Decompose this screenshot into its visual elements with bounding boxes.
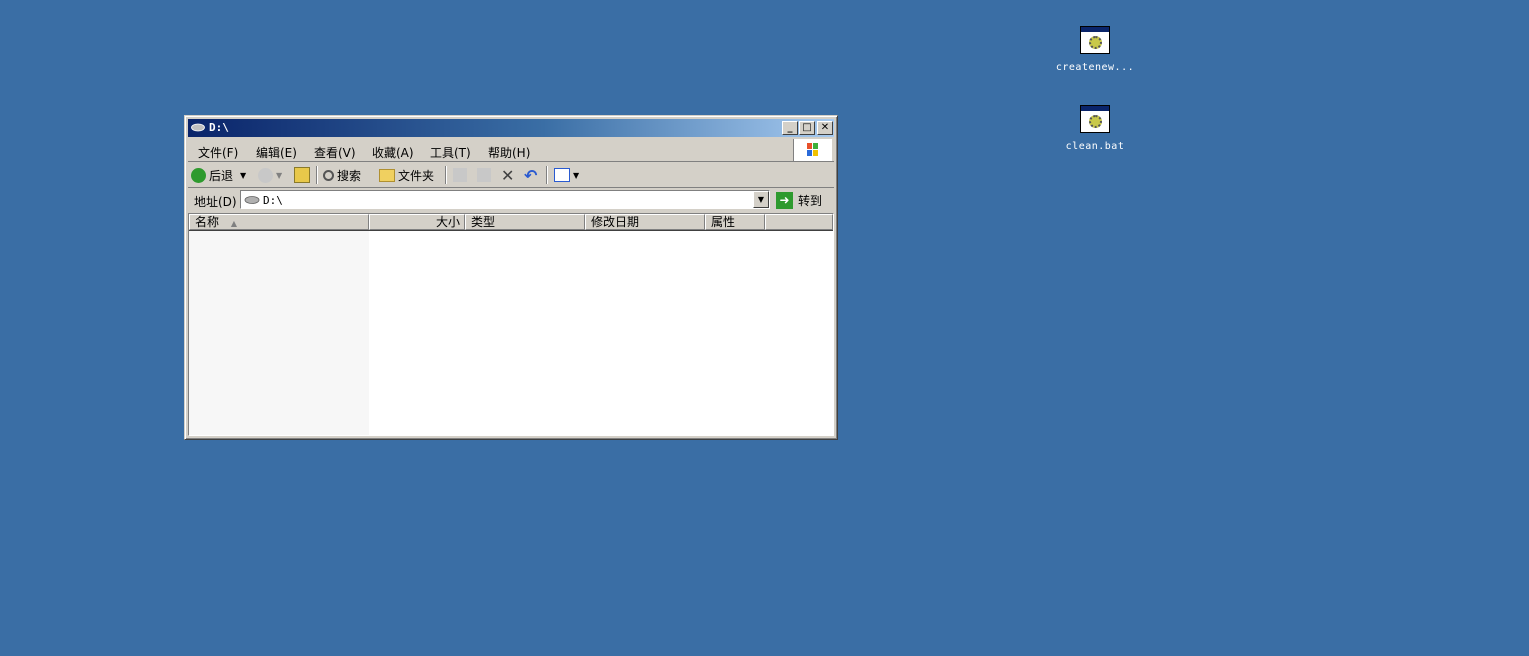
search-icon — [323, 169, 334, 181]
chevron-down-icon: ▼ — [757, 195, 765, 204]
toolbar-separator — [445, 166, 447, 184]
address-bar: 地址(D) D:\ ▼ ➜ 转到 — [188, 189, 834, 211]
move-to-icon — [453, 168, 467, 182]
folders-label: 文件夹 — [398, 168, 435, 183]
go-label: 转到 — [798, 193, 823, 208]
back-button[interactable]: 后退 ▼ — [191, 166, 246, 184]
batch-file-icon — [1080, 26, 1110, 54]
column-header-filler — [765, 214, 833, 230]
search-button[interactable]: 搜索 — [323, 166, 361, 184]
address-value: D:\ — [263, 194, 283, 207]
views-icon — [554, 168, 570, 182]
desktop-icon-createnew[interactable]: createnew... — [1050, 26, 1140, 73]
column-header-attributes[interactable]: 属性 — [705, 214, 765, 230]
folders-button[interactable]: 文件夹 — [379, 166, 434, 184]
minimize-button[interactable]: _ — [782, 121, 798, 135]
close-button[interactable]: ✕ — [817, 121, 833, 135]
desktop-icon-clean-bat[interactable]: clean.bat — [1050, 105, 1140, 152]
file-list[interactable]: 名称 ▲ 大小 类型 修改日期 属性 — [188, 213, 834, 436]
title-bar[interactable]: D:\ _ □ ✕ — [188, 119, 834, 137]
undo-icon: ↶ — [524, 165, 538, 185]
column-header-size[interactable]: 大小 — [369, 214, 465, 230]
up-folder-button[interactable] — [294, 166, 310, 184]
move-to-button[interactable] — [453, 166, 467, 184]
sort-ascending-icon: ▲ — [230, 219, 237, 228]
explorer-window: D:\ _ □ ✕ 文件(F) 编辑(E) 查看(V) 收藏(A) 工具(T) … — [184, 115, 838, 440]
toolbar: 后退 ▼ ▼ 搜索 文件夹 ✕ ↶ ▼ — [188, 163, 834, 188]
minimize-icon: _ — [787, 122, 793, 133]
drive-icon — [191, 123, 205, 132]
window-title: D:\ — [209, 121, 229, 134]
batch-file-icon — [1080, 105, 1110, 133]
copy-to-button[interactable] — [477, 166, 491, 184]
column-size-label: 大小 — [435, 215, 460, 229]
name-column-shading — [189, 231, 369, 435]
drive-icon — [244, 196, 260, 204]
windows-logo-icon — [793, 139, 832, 161]
delete-button[interactable]: ✕ — [501, 165, 515, 185]
up-folder-icon — [294, 167, 310, 183]
chevron-down-icon: ▼ — [276, 170, 283, 180]
menu-tools[interactable]: 工具(T) — [430, 144, 471, 161]
address-input[interactable]: D:\ ▼ — [240, 190, 770, 209]
menu-view[interactable]: 查看(V) — [314, 144, 356, 161]
maximize-icon: □ — [802, 122, 812, 133]
undo-button[interactable]: ↶ — [524, 165, 538, 185]
menu-bar: 文件(F) 编辑(E) 查看(V) 收藏(A) 工具(T) 帮助(H) — [188, 139, 834, 162]
column-header-type[interactable]: 类型 — [465, 214, 585, 230]
address-label: 地址(D) — [194, 195, 237, 209]
menu-favorites[interactable]: 收藏(A) — [372, 144, 414, 161]
menu-file[interactable]: 文件(F) — [198, 144, 238, 161]
back-label: 后退 — [209, 168, 234, 183]
chevron-down-icon: ▼ — [240, 170, 247, 180]
column-header-row: 名称 ▲ 大小 类型 修改日期 属性 — [189, 214, 833, 231]
toolbar-separator — [316, 166, 318, 184]
column-type-label: 类型 — [471, 215, 496, 229]
forward-button[interactable]: ▼ — [258, 166, 282, 184]
column-attributes-label: 属性 — [711, 215, 736, 229]
menu-edit[interactable]: 编辑(E) — [256, 144, 297, 161]
views-button[interactable]: ▼ — [554, 166, 579, 184]
desktop-icon-label: createnew... — [1055, 62, 1135, 73]
column-header-modified[interactable]: 修改日期 — [585, 214, 705, 230]
back-arrow-icon — [191, 167, 206, 183]
forward-arrow-icon — [258, 167, 273, 183]
close-icon: ✕ — [820, 122, 830, 133]
go-button[interactable]: ➜ 转到 — [776, 190, 822, 210]
maximize-button[interactable]: □ — [799, 121, 815, 135]
delete-icon: ✕ — [501, 165, 515, 185]
go-arrow-icon: ➜ — [776, 191, 793, 209]
column-name-label: 名称 — [195, 215, 220, 229]
toolbar-separator — [546, 166, 548, 184]
menu-help[interactable]: 帮助(H) — [488, 144, 530, 161]
copy-to-icon — [477, 168, 491, 182]
column-modified-label: 修改日期 — [591, 215, 640, 229]
folder-icon — [379, 168, 395, 182]
column-header-name[interactable]: 名称 ▲ — [189, 214, 369, 230]
search-label: 搜索 — [337, 168, 362, 183]
chevron-down-icon: ▼ — [573, 170, 580, 180]
desktop-icon-label: clean.bat — [1065, 141, 1125, 152]
address-dropdown-button[interactable]: ▼ — [753, 191, 769, 208]
